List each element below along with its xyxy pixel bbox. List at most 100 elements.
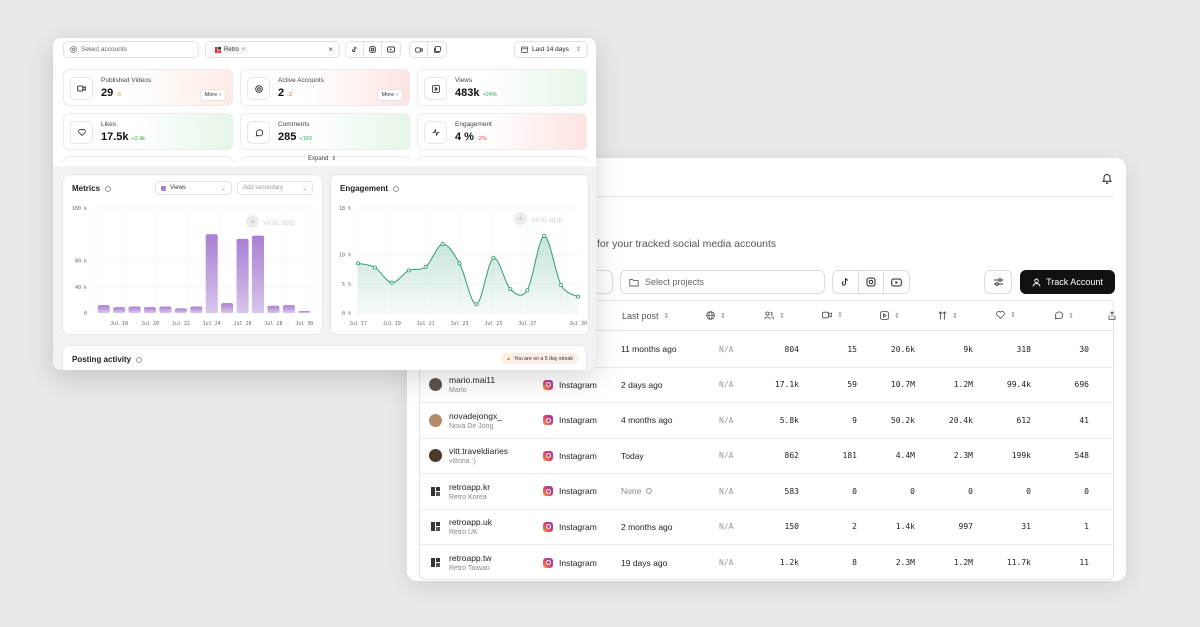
carousel-type-toggle[interactable] [428,42,446,57]
data-point[interactable] [575,294,580,299]
followers-cell: 5.8k [779,415,799,425]
bar[interactable] [236,238,249,313]
remove-tag-icon[interactable]: × [242,47,246,53]
table-row[interactable]: retroapp.tw Retro Taiwan Instagram 19 days … [420,545,1113,581]
youtube-toggle[interactable] [382,42,400,57]
platform-label: Instagram [559,450,597,461]
platform-toggle-group [345,41,401,58]
data-point[interactable] [491,256,496,261]
followers-column-header[interactable]: ⇕ [764,311,785,320]
filter-settings-button[interactable] [984,270,1012,294]
video-type-toggle[interactable] [410,42,428,57]
likes-column-header[interactable]: ⇕ [996,311,1016,319]
data-point[interactable] [372,265,377,270]
chevron-updown-icon: ⇕ [575,47,581,53]
chevron-right-icon: › [219,92,221,98]
tiktok-toggle[interactable] [346,42,364,57]
table-row[interactable]: retroapp.kr Retro Korea Instagram None N/A 58… [420,474,1113,510]
date-range-select[interactable]: Last 14 days ⇕ [514,41,588,58]
comments-column-header[interactable]: ⇕ [1054,311,1074,320]
views-column-header[interactable]: ⇕ [880,311,900,320]
account-cell[interactable]: retroapp.tw Retro Taiwan [429,545,492,581]
y-tick-label: 18 % [339,206,351,212]
data-point[interactable] [474,302,479,307]
bar[interactable] [267,305,280,313]
data-point[interactable] [406,268,411,273]
retro-tag[interactable]: Retro × [212,45,249,54]
data-point[interactable] [542,234,547,239]
share-column-header[interactable] [1108,311,1116,320]
bar[interactable] [143,307,157,313]
last-post-column-header[interactable]: Last post ⇕ [622,311,669,321]
table-row[interactable]: novadejongx_ Nova De Jong Instagram 4 month… [420,403,1113,439]
expand-button[interactable]: Expand ⇕ [308,156,336,162]
youtube-filter-button[interactable] [884,271,909,293]
data-point[interactable] [389,280,394,285]
followers-cell: 862 [784,451,799,461]
data-point[interactable] [508,287,513,292]
bar[interactable] [251,235,265,313]
account-cell[interactable]: novadejongx_ Nova De Jong [429,403,502,438]
bar[interactable] [113,307,126,313]
kpi-label: Views [455,77,473,84]
bar[interactable] [282,305,295,313]
bar[interactable] [298,311,311,313]
data-point[interactable] [559,283,564,288]
avatar [429,449,442,463]
shares-cell: 20.4k [948,415,973,425]
posting-activity-card: Posting activity ▲ You are on a 5 day st… [62,345,587,370]
flame-icon: ▲ [505,355,512,362]
content-type-toggle-group [409,41,447,58]
shares-column-header[interactable]: ⇕ [938,311,958,320]
instagram-filter-button[interactable] [859,271,885,293]
tiktok-filter-button[interactable] [833,271,859,293]
notification-bell-icon[interactable] [1101,172,1113,184]
track-account-button[interactable]: Track Account [1020,270,1115,294]
data-point[interactable] [457,261,462,266]
instagram-icon [369,46,376,53]
project-filter-input[interactable]: Retro × × [205,41,340,58]
account-cell[interactable]: retroapp.uk Retro UK [429,510,492,545]
data-point[interactable] [355,261,360,266]
instagram-toggle[interactable] [364,42,382,57]
country-cell: N/A [719,558,734,568]
bar[interactable] [159,306,172,313]
table-row[interactable]: mario.mai11 Mario Instagram 2 days ago N/A 17… [420,368,1113,403]
bar[interactable] [128,306,141,313]
play-square-icon [880,311,889,320]
data-point[interactable] [440,242,445,247]
bar[interactable] [205,234,218,313]
more-button[interactable]: More › [199,89,226,101]
instagram-icon [543,486,553,497]
sort-icon: ⇕ [894,312,900,320]
videos-cell: 0 [852,486,857,496]
data-point[interactable] [423,264,428,269]
projects-select[interactable]: Select projects [620,270,825,294]
bar[interactable] [221,303,234,313]
info-icon[interactable] [646,488,653,495]
account-cell[interactable]: mario.mai11 Mario [429,368,495,403]
y-tick-label: 5 % [342,282,351,288]
platform-cell: Instagram [543,439,597,474]
bar[interactable] [97,305,110,313]
clear-filter-icon[interactable]: × [328,45,333,54]
account-cell[interactable]: retroapp.kr Retro Korea [429,474,490,509]
info-icon[interactable] [136,356,143,363]
select-accounts-input[interactable]: Select accounts [63,41,199,58]
table-row[interactable]: vitt.traveldiaries vittoria :) Instagram To… [420,439,1113,474]
bar[interactable] [190,306,203,313]
last-post-cell: 2 months ago [621,510,673,545]
shares-icon [938,311,947,320]
kpi-card: Comments 285 +103 [240,113,410,150]
videos-column-header[interactable]: ⇕ [822,311,843,319]
data-point[interactable] [525,288,530,293]
bar[interactable] [174,308,187,313]
country-column-header[interactable]: ⇕ [706,311,726,320]
heart-icon [70,121,93,144]
x-tick-label: Jul 26 [234,321,252,327]
account-cell[interactable]: vitt.traveldiaries vittoria :) [429,439,508,474]
more-button[interactable]: More › [376,89,403,101]
kpi-value-row: 483k +24% [455,87,497,99]
activity-icon [424,121,447,144]
table-row[interactable]: retroapp.uk Retro UK Instagram 2 months ago… [420,510,1113,545]
